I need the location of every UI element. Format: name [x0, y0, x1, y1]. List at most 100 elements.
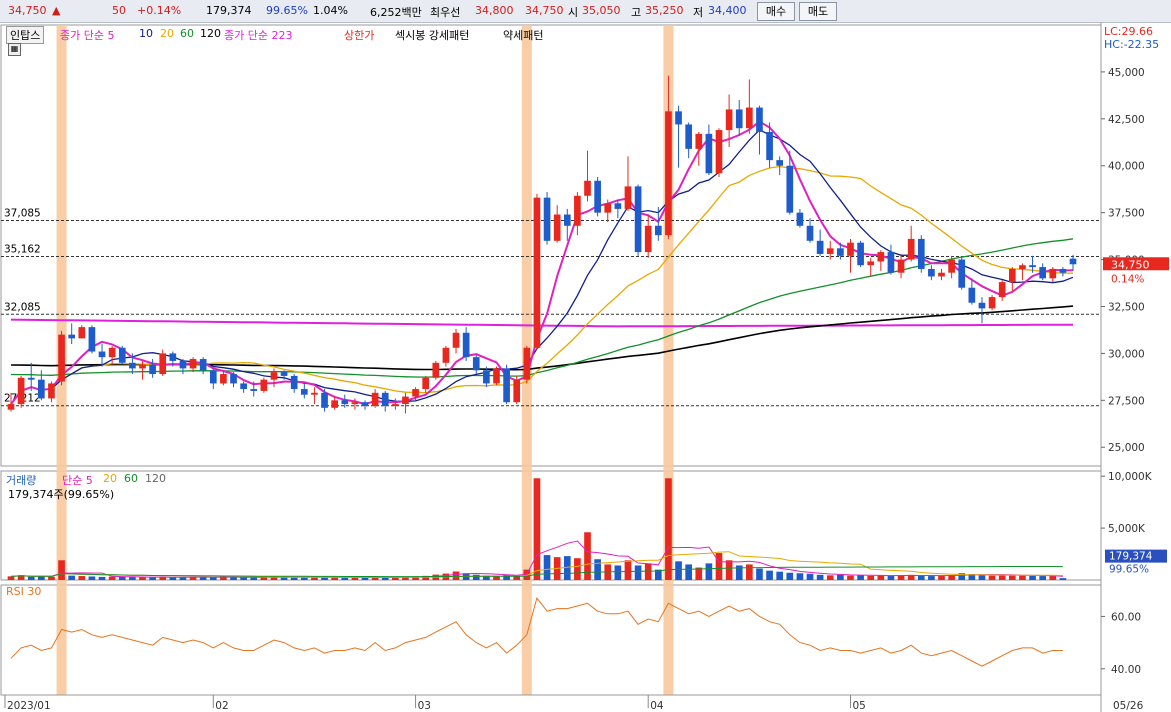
stock-chart: 45,00042,50040,00037,50035,00032,50030,0…	[0, 22, 1169, 712]
candle-body	[584, 180, 591, 196]
volume-bar	[209, 577, 217, 580]
candle-body	[381, 392, 389, 406]
volume-bar	[897, 575, 905, 580]
candle-body	[563, 214, 571, 226]
ma5-line	[10, 120, 1074, 406]
candle-body	[574, 195, 581, 226]
candle-body	[634, 186, 642, 253]
volume-bar	[988, 575, 996, 580]
candle-body	[108, 347, 116, 358]
candle-body	[978, 302, 986, 309]
volume-bar	[917, 575, 925, 580]
candle-body	[311, 392, 318, 395]
candle-body	[685, 124, 692, 149]
volume-bar	[98, 576, 106, 580]
volume-bar	[837, 574, 844, 580]
volume-bar	[574, 558, 581, 580]
candle-body	[715, 130, 723, 174]
legend-ma223: 종가 단순 223	[224, 29, 293, 42]
candle-body	[250, 389, 258, 391]
legend-limit-up: 상한가	[344, 29, 375, 42]
candle-body	[796, 212, 804, 226]
price-tick-label: 30,000	[1108, 348, 1145, 360]
candle-body	[98, 351, 106, 358]
volume-bar	[149, 577, 156, 580]
price-tick-label: 45,000	[1108, 67, 1145, 79]
candle-body	[988, 297, 996, 309]
volume-bar	[816, 574, 824, 580]
grid-table-icon[interactable]: ▦	[8, 43, 21, 56]
candle-body	[78, 327, 86, 339]
candle-body	[503, 368, 510, 403]
volume-bar	[746, 564, 753, 580]
volume-bar	[634, 565, 642, 580]
stock-tab[interactable]: 인탑스	[6, 26, 45, 44]
candle-body	[361, 402, 369, 406]
volume-bar	[715, 553, 723, 580]
current-price: 34,750	[8, 4, 47, 17]
price-tick-label: 40,000	[1108, 161, 1145, 173]
date-axis-label: 05	[852, 700, 865, 712]
volume-ratio: 99.65%	[266, 4, 308, 17]
volume-bar	[88, 576, 96, 580]
candle-body	[189, 359, 197, 369]
date-axis-label: 04	[650, 700, 664, 712]
volume-bar	[533, 478, 541, 580]
ma20-line	[10, 165, 1074, 405]
rsi-line	[10, 597, 1063, 667]
candle-body	[129, 362, 136, 369]
candle-body	[1059, 268, 1067, 273]
legend-ma20: 20	[160, 27, 174, 40]
candle-body	[422, 377, 430, 390]
ref-line-label: 37,085	[4, 207, 41, 219]
high-price: 35,250	[645, 4, 684, 17]
volume-bar	[68, 575, 76, 580]
candle-body	[553, 214, 561, 241]
volume-bar	[48, 576, 55, 580]
pane-border-0	[0, 24, 1102, 467]
volume-bar	[563, 556, 571, 580]
volume-bar	[1059, 578, 1067, 580]
volume-bar	[543, 555, 551, 580]
volume-tick-label: 10,000K	[1108, 471, 1153, 483]
candle-body	[624, 186, 632, 209]
buy-button[interactable]: 매수	[757, 2, 795, 21]
volume-bar	[118, 576, 126, 580]
candle-body	[897, 259, 905, 273]
date-axis-label: 03	[418, 700, 431, 712]
candle-body	[442, 347, 450, 363]
current-price-tag-label: 34,750	[1111, 258, 1150, 271]
low-price: 34,400	[708, 4, 747, 17]
candle-body	[1069, 258, 1077, 265]
bid-price: 34,750	[525, 4, 564, 17]
quote-bar: 34,750 ▲ 50 +0.14% 179,374 99.65% 1.04% …	[0, 0, 1171, 23]
candle-body	[1029, 265, 1036, 268]
volume-bar	[58, 560, 65, 580]
candle-body	[159, 353, 167, 375]
volume-bar	[776, 571, 784, 580]
candle-body	[48, 383, 55, 399]
volume-bar	[452, 571, 460, 580]
volume-bar	[341, 577, 349, 580]
volume-bar	[756, 568, 763, 580]
candle-body	[58, 334, 65, 382]
volume-bar	[685, 564, 692, 580]
volume-bar	[230, 577, 237, 580]
legend-pattern-bull: 섹시봉 강세패턴	[395, 29, 470, 42]
ask-price: 34,800	[475, 4, 514, 17]
volume-bar	[786, 572, 794, 580]
legend-ma120: 120	[200, 27, 221, 40]
volume-bar	[725, 560, 733, 580]
candle-body	[513, 379, 521, 403]
price-tick-label: 32,500	[1108, 301, 1145, 313]
volume-bar	[139, 577, 146, 580]
volume-ma60: 60	[124, 472, 138, 485]
price-tick-label: 42,500	[1108, 114, 1145, 126]
volume-bar	[978, 574, 986, 580]
trade-amount: 6,252백만	[370, 6, 422, 19]
volume-bar	[78, 576, 86, 580]
sell-button[interactable]: 매도	[799, 2, 837, 21]
volume-bar	[300, 577, 308, 580]
candle-body	[766, 131, 773, 161]
volume-bar	[665, 478, 672, 580]
